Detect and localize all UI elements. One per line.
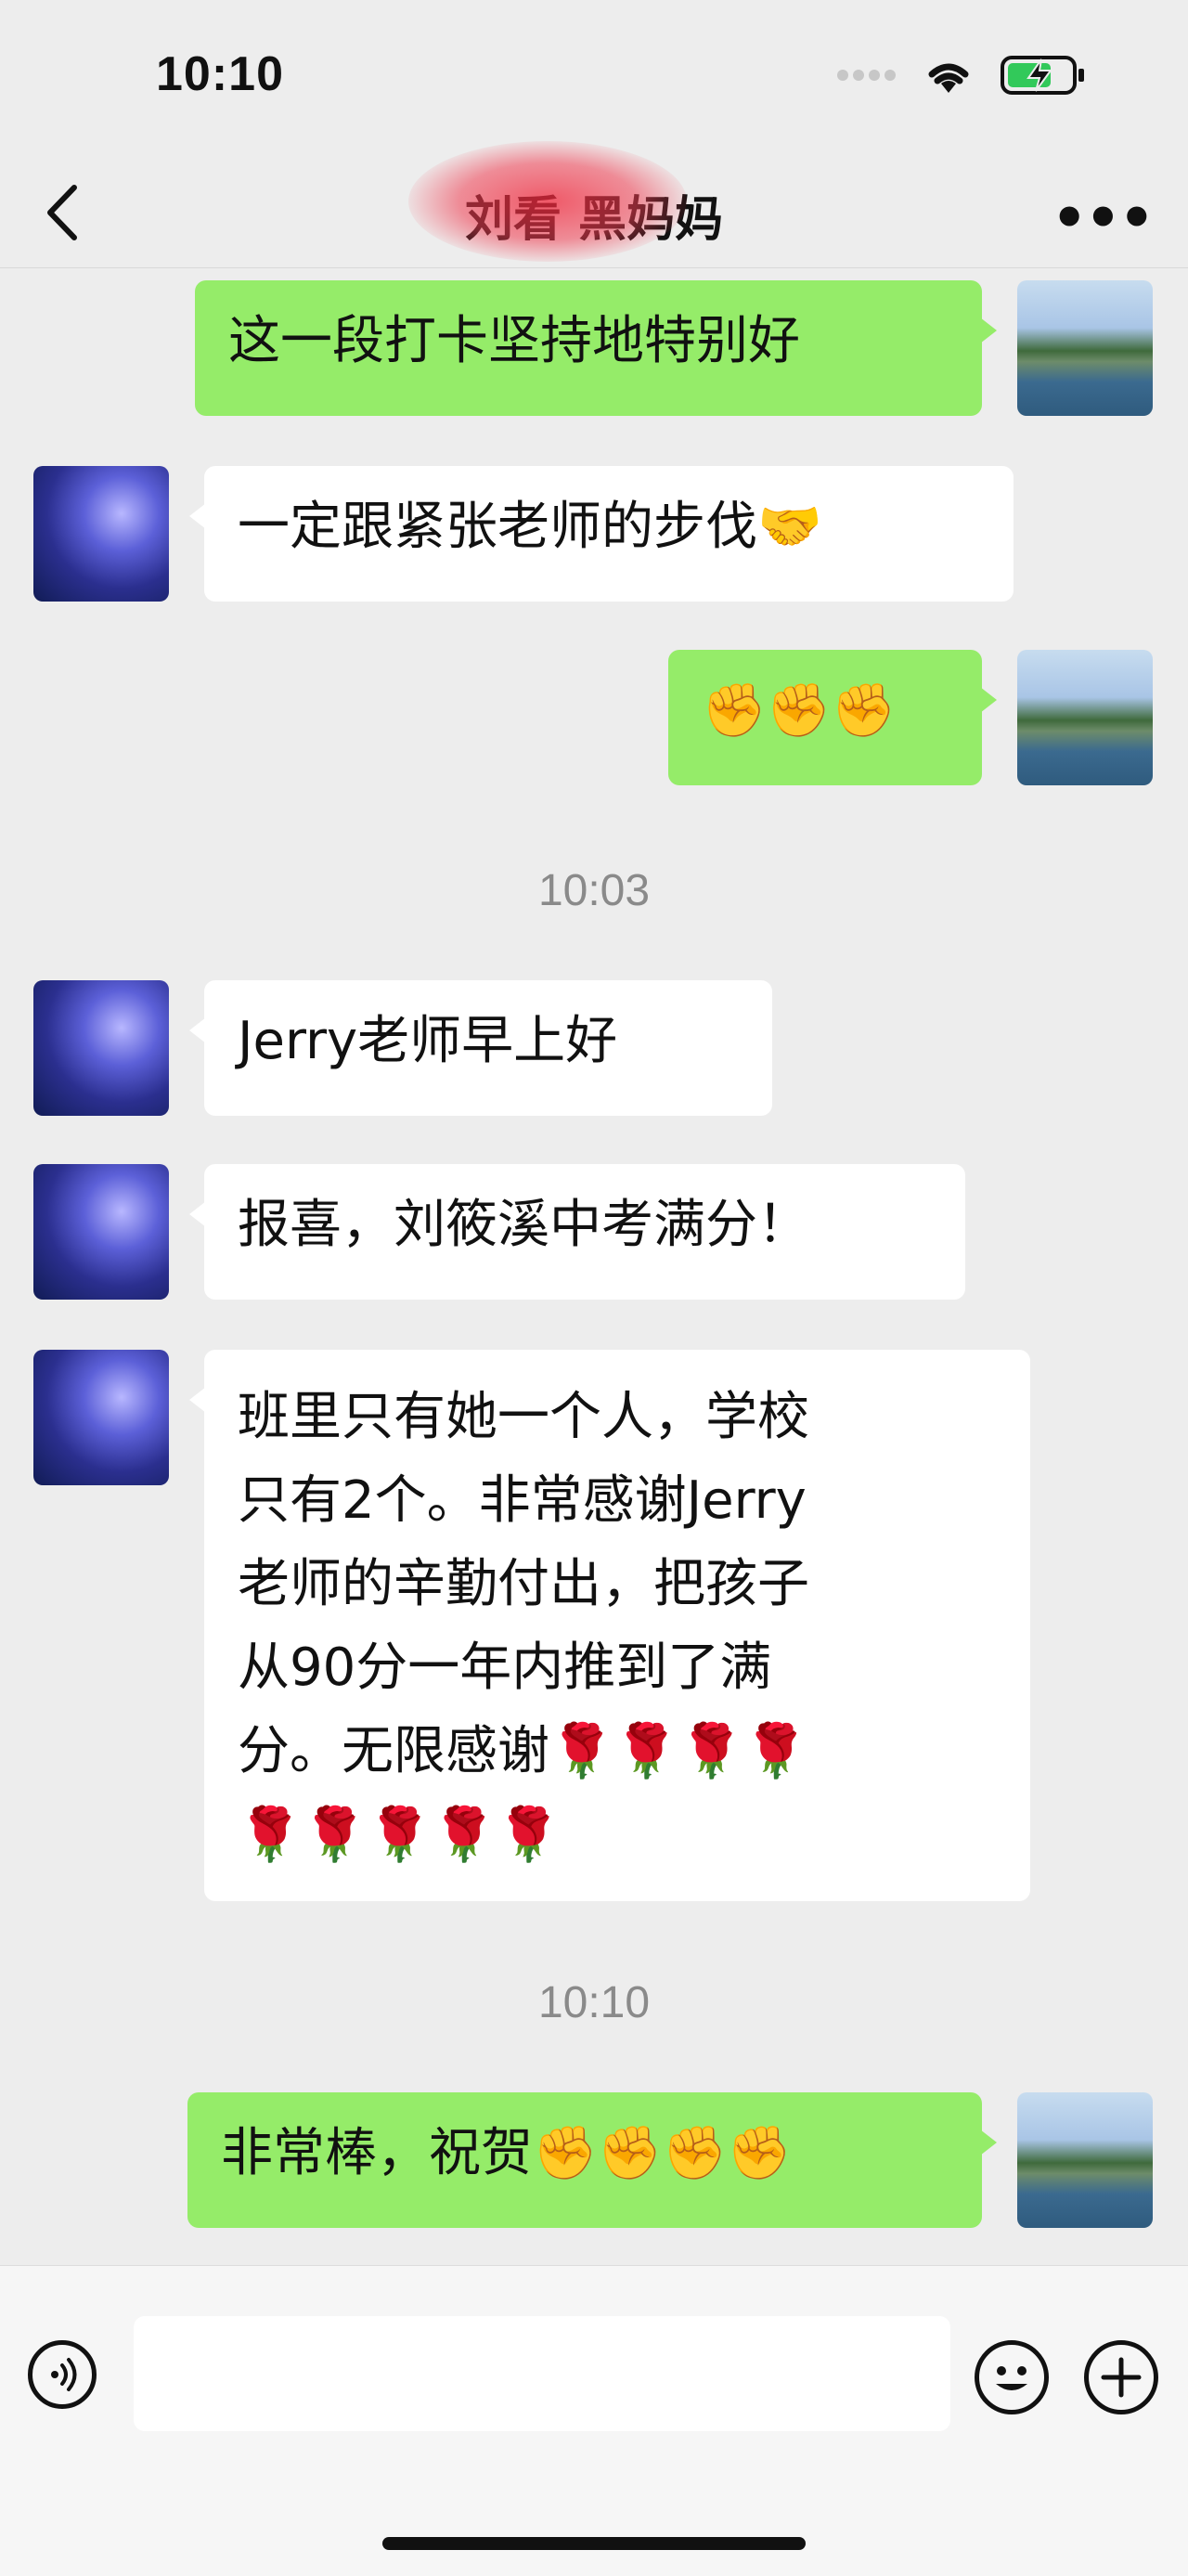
plus-icon[interactable]: [1084, 2340, 1158, 2414]
status-time: 10:10: [156, 47, 284, 101]
battery-charging-icon: [1001, 56, 1084, 95]
message-bubble[interactable]: ✊✊✊: [668, 650, 997, 785]
wifi-icon: [928, 63, 969, 93]
message-line: 分。无限感谢🌹🌹🌹🌹: [238, 1721, 808, 1781]
message-bubble[interactable]: Jerry老师早上好: [189, 980, 772, 1116]
voice-icon[interactable]: [28, 2340, 97, 2409]
my-avatar[interactable]: [1017, 280, 1153, 416]
message-bubble[interactable]: 一定跟紧张老师的步伐🤝: [189, 466, 1014, 602]
home-indicator[interactable]: [382, 2537, 806, 2550]
message-bubble[interactable]: 这一段打卡坚持地特别好: [195, 280, 997, 416]
signal-icon: [837, 70, 896, 81]
message-line: 班里只有她一个人，学校: [238, 1387, 809, 1447]
timestamp: 10:10: [537, 1978, 651, 2027]
redaction-scribble: [408, 141, 687, 262]
message-bubble[interactable]: 班里只有她一个人，学校 只有2个。非常感谢Jerry 老师的辛勤付出，把孩子 从…: [189, 1350, 1030, 1901]
contact-avatar[interactable]: [33, 466, 169, 602]
message-input[interactable]: [134, 2316, 950, 2431]
my-avatar[interactable]: [1017, 2092, 1153, 2228]
status-bar: 10:10: [0, 0, 1188, 158]
contact-avatar[interactable]: [33, 1350, 169, 1485]
message-bubble[interactable]: 报喜，刘筱溪中考满分！: [189, 1164, 965, 1300]
message-line: 老师的辛勤付出，把孩子: [238, 1554, 809, 1614]
status-icons: [835, 54, 1086, 97]
more-dots-icon[interactable]: •••: [1052, 186, 1155, 251]
message-line: 🌹🌹🌹🌹🌹: [238, 1805, 562, 1865]
message-bubble[interactable]: 非常棒，祝贺✊✊✊✊: [187, 2092, 997, 2228]
input-bar: [0, 2265, 1188, 2576]
contact-avatar[interactable]: [33, 980, 169, 1116]
smiley-icon[interactable]: [975, 2340, 1049, 2414]
timestamp: 10:03: [537, 866, 651, 915]
contact-avatar[interactable]: [33, 1164, 169, 1300]
message-line: 从90分一年内推到了满: [238, 1638, 772, 1698]
my-avatar[interactable]: [1017, 650, 1153, 785]
message-line: 只有2个。非常感谢Jerry: [238, 1470, 807, 1531]
